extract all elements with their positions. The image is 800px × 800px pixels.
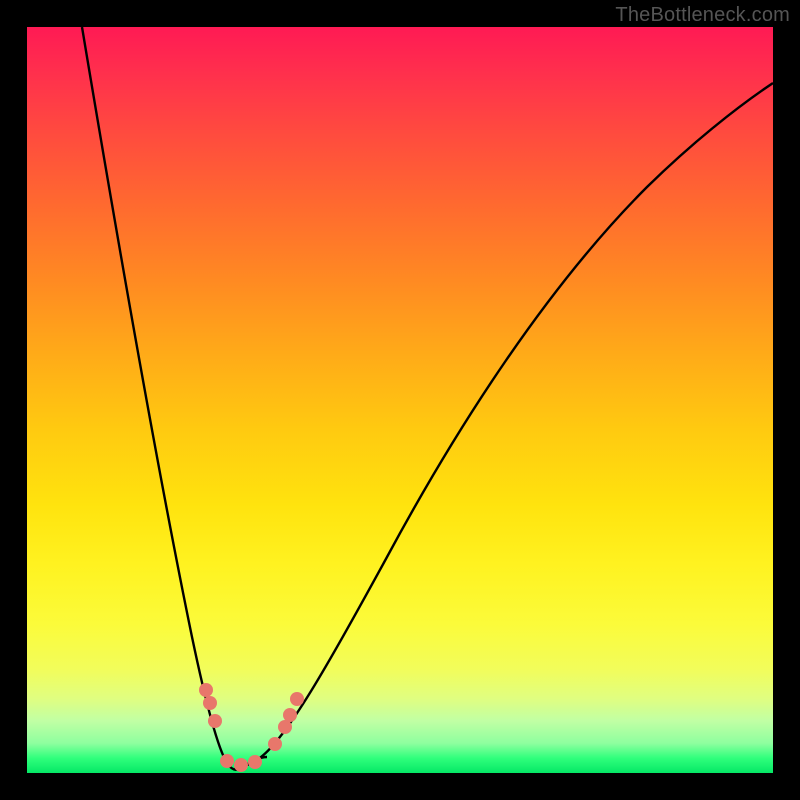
chart-svg [27,27,773,773]
marker [278,720,292,734]
marker [290,692,304,706]
marker [208,714,222,728]
marker [220,754,234,768]
curve-left [82,27,267,770]
curve-right [237,83,773,767]
marker [203,696,217,710]
marker [199,683,213,697]
marker [234,758,248,772]
marker-group [199,683,304,772]
marker [268,737,282,751]
marker [248,755,262,769]
outer-frame: TheBottleneck.com [0,0,800,800]
marker [283,708,297,722]
watermark-text: TheBottleneck.com [615,4,790,27]
plot-area [27,27,773,773]
